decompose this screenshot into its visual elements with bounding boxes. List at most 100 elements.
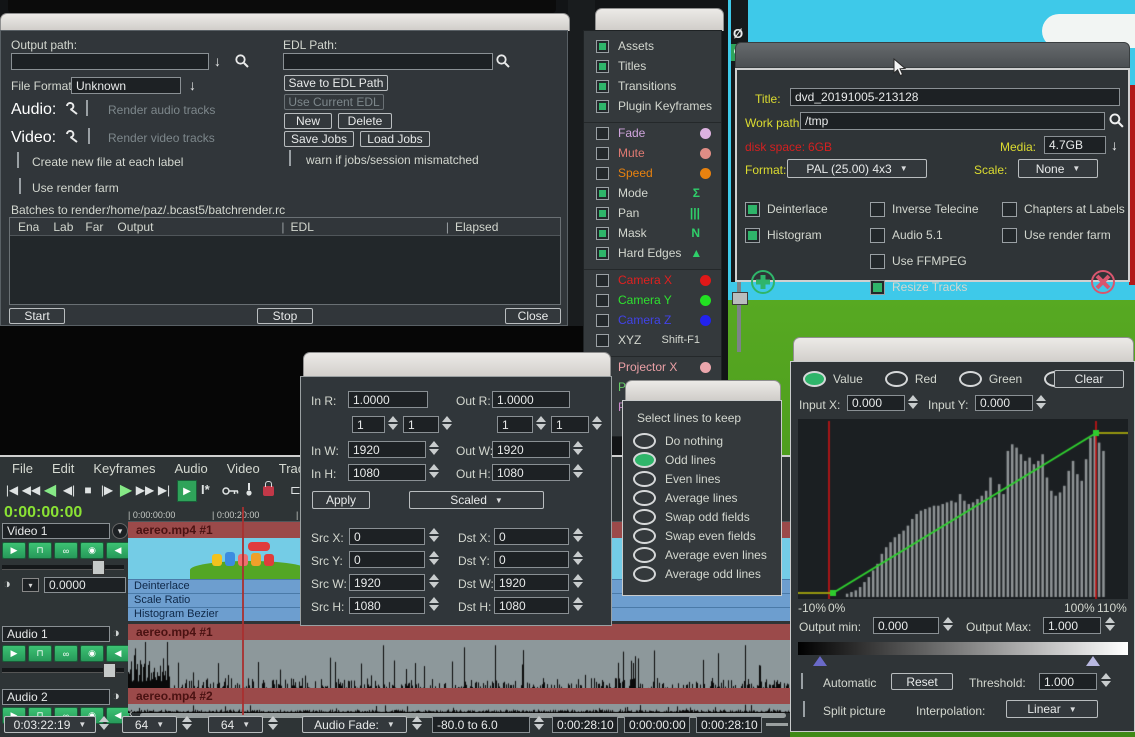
- playhead-line[interactable]: [242, 507, 244, 715]
- dvd-option[interactable]: Chapters at Labels: [1002, 201, 1125, 217]
- automatic-checkbox[interactable]: [801, 673, 803, 689]
- out-frac-b-input[interactable]: 1: [551, 416, 589, 433]
- split-picture-checkbox[interactable]: [803, 701, 805, 717]
- transport-button[interactable]: ■: [79, 479, 97, 501]
- batch-list-header[interactable]: Ena Lab Far Output | EDL | Elapsed: [10, 218, 560, 236]
- video-fade-value[interactable]: 0.0000: [44, 577, 126, 593]
- lock-icon[interactable]: [263, 486, 274, 496]
- line-option[interactable]: Swap odd fields: [623, 507, 781, 526]
- in-w-spinner[interactable]: [429, 441, 441, 455]
- no-effect-icon[interactable]: Ø: [733, 26, 743, 41]
- line-option[interactable]: Even lines: [623, 469, 781, 488]
- batch-list[interactable]: Ena Lab Far Output | EDL | Elapsed: [9, 217, 561, 305]
- sample-zoom-spinner[interactable]: [182, 716, 194, 730]
- duration-spinner[interactable]: [99, 716, 111, 730]
- line-option-radio[interactable]: [633, 433, 656, 449]
- channel-option[interactable]: Value: [803, 371, 863, 387]
- warn-checkbox[interactable]: [289, 150, 291, 166]
- menu-item[interactable]: Edit: [52, 461, 74, 476]
- dst-h-input[interactable]: 1080: [494, 597, 569, 614]
- menu-item[interactable]: Video: [227, 461, 260, 476]
- out-frac-b-spinner[interactable]: [592, 416, 604, 430]
- audio2-clip-titlebar[interactable]: aereo.mp4 #2: [128, 688, 790, 704]
- threshold-spinner[interactable]: [1101, 673, 1113, 687]
- video-track-title[interactable]: Video 1: [2, 523, 110, 539]
- video-fade-slider[interactable]: [2, 565, 124, 570]
- interpolation-select[interactable]: Linear: [1006, 700, 1098, 718]
- selection-length-timecode[interactable]: 0:00:28:10: [696, 716, 762, 733]
- track-toggle-button[interactable]: ⊓: [28, 645, 52, 662]
- track-toggle-button[interactable]: ∞: [54, 645, 78, 662]
- track-toggle-button[interactable]: ▶: [2, 542, 26, 559]
- dst-w-spinner[interactable]: [573, 574, 585, 588]
- transport-button[interactable]: ▶: [117, 479, 135, 501]
- out-h-input[interactable]: 1080: [492, 464, 570, 481]
- channel-radio[interactable]: [885, 371, 908, 387]
- edl-path-input[interactable]: [283, 53, 493, 70]
- overlay-item[interactable]: Fade: [584, 122, 721, 143]
- selection-start-timecode[interactable]: 0:00:28:10: [552, 716, 618, 733]
- checkbox[interactable]: [870, 228, 885, 243]
- delete-button[interactable]: Delete: [338, 113, 392, 129]
- dst-y-input[interactable]: 0: [494, 551, 569, 568]
- col-edl[interactable]: EDL: [291, 220, 314, 234]
- checkbox[interactable]: [745, 228, 760, 243]
- overlay-item[interactable]: Camera X: [584, 269, 721, 290]
- zoombar-slider[interactable]: [766, 723, 788, 726]
- line-option[interactable]: Do nothing: [623, 431, 781, 450]
- checkbox[interactable]: [1002, 202, 1017, 217]
- input-x-spinner[interactable]: [908, 395, 920, 409]
- src-w-input[interactable]: 1920: [349, 574, 425, 591]
- key-icon[interactable]: [222, 485, 240, 499]
- mixer-menu-button[interactable]: ▾: [22, 578, 39, 592]
- overlay-item[interactable]: Camera Y: [584, 290, 721, 310]
- checkbox[interactable]: [870, 254, 885, 269]
- input-y-spinner[interactable]: [1036, 395, 1048, 409]
- out-w-spinner[interactable]: [573, 441, 585, 455]
- track-expand-icon[interactable]: ▾: [112, 523, 128, 539]
- in-h-input[interactable]: 1080: [348, 464, 426, 481]
- slider-handle[interactable]: [732, 292, 748, 305]
- track-toggle-button[interactable]: ◉: [80, 542, 104, 559]
- src-x-input[interactable]: 0: [349, 528, 425, 545]
- save-jobs-button[interactable]: Save Jobs: [284, 131, 354, 147]
- scale-mode-select[interactable]: Scaled: [409, 491, 544, 509]
- overlay-item[interactable]: Mask N: [584, 223, 721, 243]
- audio1-track-title[interactable]: Audio 1: [2, 626, 110, 642]
- render-video-checkbox[interactable]: [88, 128, 90, 144]
- transport-button[interactable]: |▶: [98, 479, 116, 501]
- automation-type-select[interactable]: Audio Fade:: [302, 716, 407, 733]
- histogram-plot[interactable]: [798, 419, 1128, 599]
- work-path-input[interactable]: /tmp: [800, 112, 1105, 130]
- overlay-checkbox[interactable]: [596, 40, 609, 53]
- overlay-item[interactable]: Camera Z: [584, 310, 721, 330]
- dvd-option[interactable]: Inverse Telecine: [870, 201, 979, 217]
- compositor-zoom-slider[interactable]: [731, 282, 748, 352]
- selection-end-timecode[interactable]: 0:00:00:00: [624, 716, 690, 733]
- overlay-checkbox[interactable]: [596, 187, 609, 200]
- line-option-radio[interactable]: [633, 490, 656, 506]
- media-size-input[interactable]: 4.7GB: [1044, 136, 1106, 154]
- automation-spinner[interactable]: [412, 716, 424, 730]
- reset-button[interactable]: Reset: [891, 673, 953, 690]
- checkbox[interactable]: [870, 280, 885, 295]
- in-frac-b-input[interactable]: 1: [403, 416, 439, 433]
- input-x-input[interactable]: 0.000: [847, 395, 905, 411]
- transport-button[interactable]: ◀: [41, 479, 59, 501]
- browse-magnifier-icon[interactable]: [234, 53, 250, 72]
- src-y-spinner[interactable]: [429, 551, 441, 565]
- menu-item[interactable]: Audio: [175, 461, 208, 476]
- label-follow-button[interactable]: ▶: [177, 480, 197, 502]
- use-current-edl-button[interactable]: Use Current EDL: [284, 94, 384, 110]
- col-lab[interactable]: Lab: [53, 220, 73, 234]
- in-w-input[interactable]: 1920: [348, 441, 426, 458]
- channel-radio[interactable]: [803, 371, 826, 387]
- ok-plus-icon[interactable]: [749, 268, 777, 299]
- overlay-item[interactable]: Plugin Keyframes: [584, 96, 721, 116]
- dvd-option[interactable]: Histogram: [745, 227, 828, 243]
- dvd-option[interactable]: Audio 5.1: [870, 227, 979, 243]
- track-toggle-button[interactable]: ⊓: [28, 542, 52, 559]
- audio2-waveform[interactable]: [128, 704, 790, 713]
- col-elapsed[interactable]: Elapsed: [455, 220, 498, 234]
- overlay-checkbox[interactable]: [596, 334, 609, 347]
